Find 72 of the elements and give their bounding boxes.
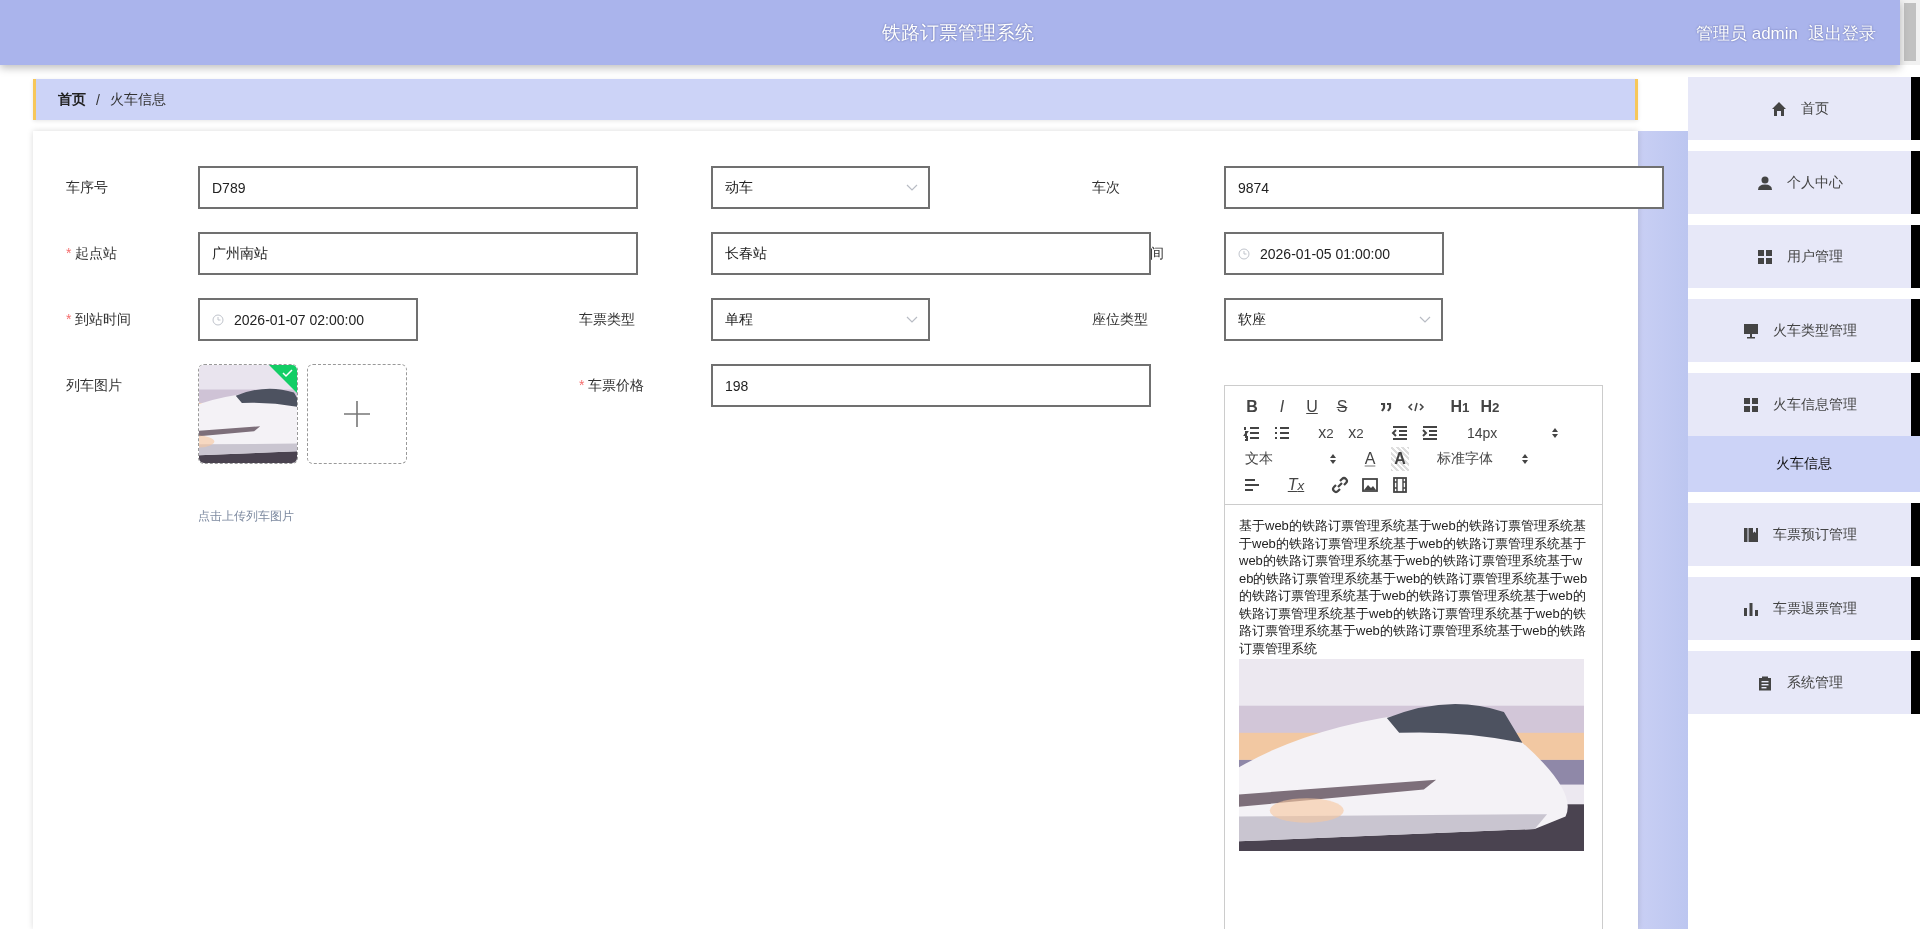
input-field[interactable]: 广州南站	[198, 232, 638, 275]
select-field[interactable]: 单程	[711, 298, 930, 341]
toolbar-button[interactable]: U	[1297, 395, 1327, 419]
clock-icon	[212, 313, 224, 326]
upload-button[interactable]	[307, 364, 407, 464]
menu-item[interactable]: 车票退票管理	[1688, 577, 1920, 640]
book-icon	[1742, 526, 1759, 543]
breadcrumb-link[interactable]: 首页	[58, 90, 86, 109]
menu-item[interactable]: 车票预订管理	[1688, 503, 1920, 566]
toolbar-button[interactable]: A	[1355, 447, 1385, 471]
field-label: * 到站时间	[66, 310, 132, 329]
video-icon	[1391, 476, 1409, 494]
select-field[interactable]: 动车	[711, 166, 930, 209]
input-field[interactable]: 198	[711, 364, 1151, 407]
toolbar-button[interactable]: I	[1267, 395, 1297, 419]
home-icon	[1770, 100, 1787, 117]
toolbar-button[interactable]: B	[1237, 395, 1267, 419]
breadcrumb-separator: /	[96, 91, 100, 108]
menu-item[interactable]: 系统管理	[1688, 651, 1920, 714]
date-field[interactable]: 2026-01-07 02:00:00	[198, 298, 418, 341]
dropdown-picker[interactable]: 标准字体	[1433, 447, 1533, 471]
input-field[interactable]: 长春站	[711, 232, 1151, 275]
date-field[interactable]: 2026-01-05 01:00:00	[1224, 232, 1444, 275]
menu-item[interactable]: 火车类型管理	[1688, 299, 1920, 362]
image-icon	[1361, 476, 1379, 494]
dropdown-picker[interactable]: 文本	[1241, 447, 1341, 471]
ordered-list-icon	[1243, 424, 1261, 442]
success-badge-icon	[269, 365, 297, 393]
field-label: 列车图片	[66, 376, 122, 395]
link-icon	[1331, 476, 1349, 494]
toolbar-button[interactable]: A	[1391, 447, 1409, 471]
field-label: 车次	[1092, 178, 1120, 197]
input-field[interactable]: D789	[198, 166, 638, 209]
user-name: 管理员 admin	[1695, 23, 1798, 45]
field-label: 间	[1150, 244, 1164, 263]
menu-item[interactable]: 首页	[1688, 77, 1920, 140]
align-icon	[1243, 476, 1261, 494]
field-label: 车序号	[66, 178, 108, 197]
updown-icon	[1521, 453, 1529, 465]
chevron-icon	[906, 315, 918, 324]
toolbar-button[interactable]: S	[1327, 395, 1357, 419]
field-label: * 车票价格	[579, 376, 645, 395]
dropdown-picker[interactable]: 14px	[1463, 421, 1563, 445]
input-field[interactable]: 9874	[1224, 166, 1664, 209]
editor-text: 基于web的铁路订票管理系统基于web的铁路订票管理系统基于web的铁路订票管理系统基于web的铁路订票管理系统基于web的铁路订票管理系统基于web的铁路订票管理系统基于web的铁路订票管理系统基于web的铁路订票管理系统基于web的铁路订票管理系统基于web的铁路订票管理系统基于web的铁路订票管理系统基于web的铁路订票管理系统基于web的铁路订票管理系统基于web的铁路订票管理系统基于web的铁路订票管理系统	[1239, 517, 1588, 657]
scrollbar-thumb[interactable]	[1904, 3, 1916, 61]
menu-item[interactable]: 用户管理	[1688, 225, 1920, 288]
chevron-icon	[906, 183, 918, 192]
field-label: 座位类型	[1092, 310, 1148, 329]
indent-icon	[1421, 424, 1439, 442]
select-field[interactable]: 软座	[1224, 298, 1443, 341]
user-icon	[1756, 174, 1773, 191]
bar-chart-icon	[1742, 600, 1759, 617]
updown-icon	[1551, 427, 1559, 439]
upload-hint: 点击上传列车图片	[198, 508, 295, 525]
clipboard-icon	[1756, 674, 1773, 691]
grid-icon	[1742, 396, 1759, 413]
menu-item[interactable]: 火车信息管理	[1688, 373, 1920, 436]
grid-icon	[1756, 248, 1773, 265]
app-title: 铁路订票管理系统	[882, 20, 1034, 45]
monitor-icon	[1742, 322, 1759, 339]
breadcrumb-link[interactable]: 火车信息	[109, 90, 166, 109]
updown-icon	[1329, 453, 1337, 465]
menu-item[interactable]: 个人中心	[1688, 151, 1920, 214]
submenu-item[interactable]: 火车信息	[1688, 436, 1920, 492]
bullet-list-icon	[1273, 424, 1291, 442]
clock-icon	[1238, 247, 1250, 260]
chevron-icon	[1419, 315, 1431, 324]
field-label: * 起点站	[66, 244, 118, 263]
plus-icon	[342, 399, 372, 429]
field-label: 车票类型	[579, 310, 635, 329]
outdent-icon	[1391, 424, 1409, 442]
